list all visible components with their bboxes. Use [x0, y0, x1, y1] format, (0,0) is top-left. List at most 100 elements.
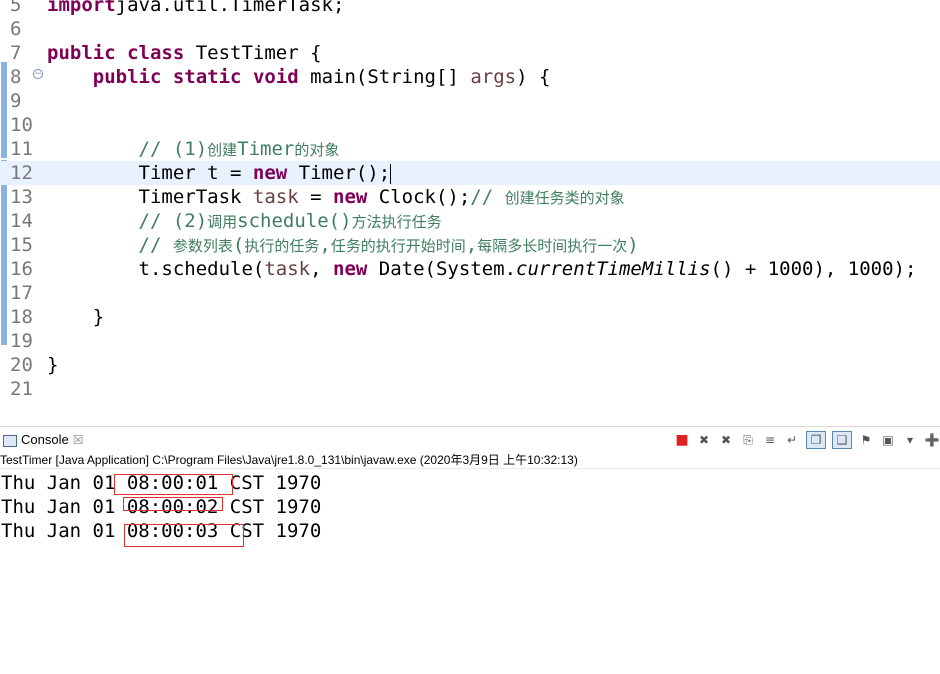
keyword-token: new — [252, 162, 288, 184]
code-line[interactable]: 18 } — [0, 305, 940, 329]
comment-token: // — [470, 186, 505, 208]
code-line[interactable]: 12 Timer t = new Timer(); — [0, 161, 940, 185]
code-token: currentTimeMillis — [516, 258, 711, 280]
line-number: 16 — [10, 258, 33, 280]
code-token: () + 1000), 1000); — [710, 258, 917, 280]
line-number: 9 — [10, 90, 22, 112]
code-line[interactable]: 10 — [0, 113, 940, 137]
comment-token: 每隔多长时间执行一次 — [477, 237, 628, 255]
code-token: Date(System. — [367, 258, 517, 280]
line-number: 15 — [10, 234, 33, 256]
word-wrap-icon[interactable]: ↵ — [784, 432, 800, 448]
console-tab-label: Console — [21, 432, 69, 447]
comment-token: // (1) — [138, 138, 208, 160]
code-text: TimerTask task = new Clock();// 创建任务类的对象 — [47, 185, 625, 210]
code-line[interactable]: 11 // (1)创建Timer的对象 — [0, 137, 940, 161]
code-line[interactable]: 5 importjava.util.TimerTask; — [0, 0, 940, 17]
display-console-icon[interactable]: ▣ — [880, 432, 896, 448]
code-line[interactable]: 19 — [0, 329, 940, 353]
clear-console-icon[interactable]: ⎘ — [740, 432, 756, 448]
comment-token: ( — [232, 234, 245, 256]
code-line[interactable]: 16 t.schedule(task, new Date(System.curr… — [0, 257, 940, 281]
code-token: Clock(); — [367, 186, 471, 208]
line-number: 5 — [10, 0, 22, 16]
keyword-token: import — [47, 0, 116, 16]
keyword-token: static — [172, 66, 242, 88]
code-line[interactable]: 17 — [0, 281, 940, 305]
line-number: 17 — [10, 282, 33, 304]
code-text: t.schedule(task, new Date(System.current… — [47, 257, 917, 281]
keyword-token: void — [252, 66, 299, 88]
line-number: 21 — [10, 378, 33, 400]
fold-toggle-icon[interactable]: − — [33, 69, 43, 79]
console-view-header: Console ☒ ■ ✖ ✖ ⎘ ≡ ↵ ❐ ❑ ⚑ ▣ ▾ ➕ — [0, 426, 940, 451]
code-text: importjava.util.TimerTask; — [47, 0, 344, 17]
console-icon — [3, 434, 17, 447]
close-icon[interactable]: ☒ — [73, 433, 84, 447]
code-line[interactable]: 13 TimerTask task = new Clock();// 创建任务类… — [0, 185, 940, 209]
line-number: 13 — [10, 186, 33, 208]
code-text: Timer t = new Timer(); — [47, 161, 392, 185]
code-token: task — [264, 258, 311, 280]
code-text: public class TestTimer { — [47, 41, 322, 65]
show-on-stdout-icon[interactable]: ❐ — [806, 431, 826, 449]
code-line[interactable]: 9 — [0, 89, 940, 113]
dropdown-icon[interactable]: ▾ — [902, 432, 918, 448]
comment-token: // (2) — [138, 210, 208, 232]
keyword-token: new — [333, 186, 368, 208]
pin-console-icon[interactable]: ⚑ — [858, 432, 874, 448]
code-token: TestTimer { — [184, 42, 322, 64]
code-line[interactable]: 6 — [0, 17, 940, 41]
code-text: public static void main(String[] args) { — [47, 65, 551, 89]
keyword-token: public — [47, 42, 116, 64]
line-number: 19 — [10, 330, 33, 352]
comment-token: 调用 — [207, 213, 238, 231]
code-token: ) { — [516, 66, 551, 88]
code-token: TimerTask — [47, 186, 253, 208]
keyword-token: class — [127, 42, 185, 64]
tab-console[interactable]: Console ☒ — [0, 430, 83, 450]
code-token: , — [310, 258, 333, 280]
code-editor[interactable]: 5 importjava.util.TimerTask; 6 7 public clas… — [0, 0, 940, 400]
open-console-icon[interactable]: ➕ — [924, 432, 940, 448]
code-text: // (1)创建Timer的对象 — [47, 137, 340, 162]
comment-token: // — [138, 234, 173, 256]
line-number: 7 — [10, 42, 22, 64]
line-number: 20 — [10, 354, 33, 376]
code-token: } — [47, 306, 105, 328]
show-on-stderr-icon[interactable]: ❑ — [832, 431, 852, 449]
code-line[interactable]: 8 − public static void main(String[] args… — [0, 65, 940, 89]
highlight-box — [124, 524, 244, 547]
comment-token: 参数列表 — [172, 237, 233, 255]
scroll-lock-icon[interactable]: ≡ — [762, 432, 778, 448]
comment-token: 任务的执行开始时间 — [330, 237, 466, 255]
code-token: Timer t = — [47, 162, 253, 184]
text-caret — [390, 163, 392, 184]
remove-all-terminated-icon[interactable]: ✖ — [718, 432, 734, 448]
highlight-box — [123, 497, 223, 511]
highlight-box — [114, 474, 233, 495]
code-token: Timer(); — [287, 162, 391, 184]
code-line[interactable]: 7 public class TestTimer { — [0, 41, 940, 65]
code-token: = — [298, 186, 333, 208]
code-line[interactable]: 14 // (2)调用schedule()方法执行任务 — [0, 209, 940, 233]
code-text: // (2)调用schedule()方法执行任务 — [47, 209, 442, 234]
comment-token: 创建任务类的对象 — [504, 189, 625, 207]
keyword-token: new — [333, 258, 368, 280]
code-line[interactable]: 21 — [0, 377, 940, 400]
code-line[interactable]: 15 // 参数列表(执行的任务,任务的执行开始时间,每隔多长时间执行一次) — [0, 233, 940, 257]
comment-token: Timer — [237, 138, 295, 160]
line-number: 12 — [10, 162, 33, 184]
code-text: } — [47, 305, 104, 329]
terminate-icon[interactable]: ■ — [674, 432, 690, 448]
code-text: } — [47, 353, 58, 377]
code-line[interactable]: 20} — [0, 353, 940, 377]
line-number: 18 — [10, 306, 33, 328]
comment-token: schedule() — [237, 210, 352, 232]
remove-launch-icon[interactable]: ✖ — [696, 432, 712, 448]
